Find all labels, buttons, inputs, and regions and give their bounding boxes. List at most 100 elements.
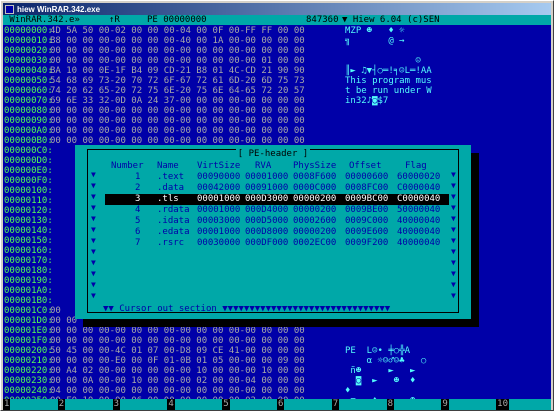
hex-address: 00000230: — [4, 376, 53, 386]
fkey-number: 4 — [167, 399, 175, 410]
hex-address: 000000F0: — [4, 176, 53, 186]
hex-address: 00000140: — [4, 226, 53, 236]
hex-bytes[interactable]: BA 10 00 0E-1F B4 09 CD-21 B8 01 4C-CD 2… — [50, 66, 305, 76]
fkey-8[interactable]: 8 — [386, 399, 442, 410]
col-physsize: PhysSize — [293, 161, 337, 171]
hex-bytes[interactable]: 54 68 69 73-20 70 72 6F-67 72 61 6D-20 6… — [50, 76, 305, 86]
hex-bytes[interactable]: 69 6E 33 32-0D 0A 24 37-00 00 00 00-00 0… — [50, 96, 305, 106]
dialog-footer: ▼▼ Cursor out section ▼▼▼▼▼▼▼▼▼▼▼▼▼▼▼▼▼▼… — [103, 304, 391, 314]
hex-bytes[interactable]: 50 45 00 00-4C 01 07 00-D8 09 CE 41-00 0… — [50, 346, 305, 356]
section-rva: 000D5000 — [245, 216, 289, 226]
hex-bytes[interactable]: 00 00 00 00-00 00 00 00-00 00 00 00-00 0… — [50, 116, 305, 126]
fkey-9[interactable]: 9 — [441, 399, 497, 410]
col-rva: RVA — [255, 161, 272, 171]
hex-address: 00000200: — [4, 346, 53, 356]
hex-ascii[interactable]: ║► ♫▼┤○═!╕☺L═!АА — [345, 66, 432, 76]
section-row[interactable]: 6 .edata 00001000 000D8000 00000200 0009E600 4… — [105, 227, 449, 238]
hex-address: 00000110: — [4, 196, 53, 206]
fkey-label — [120, 399, 168, 410]
hex-address: 000001E0: — [4, 326, 53, 336]
hex-bytes[interactable]: 00 00 00 00-00 00 00 00-00 00 00 00-00 0… — [50, 46, 305, 56]
fkey-label — [284, 399, 332, 410]
section-offset: 0009F200 — [345, 238, 389, 248]
hex-address: 00000210: — [4, 356, 53, 366]
section-row[interactable]: 3 .tls 00001000 000D3000 00000200 0009BC00 C00… — [105, 194, 449, 205]
section-row[interactable]: 2 .data 00042000 00091000 0000C000 0008FC00 C0… — [105, 183, 449, 194]
section-name: .rdata — [157, 205, 190, 215]
section-flag: C0000040 — [397, 183, 441, 193]
section-physsize: 0000C000 — [293, 183, 337, 193]
hex-ascii[interactable]: ñ☻ ► ► — [345, 366, 426, 376]
section-name: .edata — [157, 227, 190, 237]
fkey-5[interactable]: 5 — [222, 399, 277, 410]
hex-ascii[interactable]: MZP ☻ ♦ ☼ — [345, 26, 426, 36]
section-virtsize: 00003000 — [197, 216, 241, 226]
hex-ascii[interactable]: ◙ ► ☻ ♦ — [345, 376, 432, 386]
fkey-4[interactable]: 4 — [167, 399, 223, 410]
hex-ascii[interactable]: PE L☺• ╪○╬A — [345, 346, 432, 356]
hex-address: 00000180: — [4, 266, 53, 276]
fkey-2[interactable]: 2 — [57, 399, 113, 410]
pe-header-dialog[interactable]: [ PE-header ] ▼ ▼ ▼ ▼ ▼ ▼ ▼ ▼ ▼ ▼ ▼ ▼ ▼ … — [75, 145, 471, 319]
section-offset: 0008FC00 — [345, 183, 389, 193]
section-row[interactable]: 7 .rsrc 00030000 000DF000 0002EC00 0009F200 40… — [105, 238, 449, 249]
hex-address: 00000080: — [4, 106, 53, 116]
section-num: 2 — [135, 183, 141, 193]
section-row[interactable]: 1 .text 00090000 00001000 0008F600 00000600 60… — [105, 172, 449, 183]
hex-ascii[interactable]: in32♪◙$7 — [345, 96, 432, 106]
section-offset: 0009E600 — [345, 227, 389, 237]
hex-bytes[interactable]: B8 00 00 00-00 00 00 00-40 00 1A 00-00 0… — [50, 36, 305, 46]
fkey-number: 5 — [222, 399, 230, 410]
hex-bytes[interactable]: 00 00 0A 00-00 10 00 00-00 02 00 00-04 0… — [50, 376, 305, 386]
console-screen[interactable]: WinRAR.342.e» ↑R PE 00000000 847360 ▼ Hi… — [3, 15, 551, 410]
section-name: .rsrc — [157, 238, 185, 248]
hex-bytes[interactable]: 00 A4 02 00-00 00 00 00-00 10 00 00-00 1… — [50, 366, 305, 376]
section-offset: 00000600 — [345, 172, 389, 182]
fkey-3[interactable]: 3 — [112, 399, 168, 410]
fkey-6[interactable]: 6 — [276, 399, 332, 410]
section-rows[interactable]: 1 .text 00090000 00001000 0008F600 00000600 60… — [105, 172, 449, 249]
hex-bytes[interactable]: 00 00 00 00-00 00 00 00-00 00 00 00-00 0… — [50, 106, 305, 116]
hex-address: 00000020: — [4, 46, 53, 56]
hex-ascii[interactable]: This program mus — [345, 76, 432, 86]
hex-bytes[interactable]: 00 00 00 00-00 00 00 00-00 00 00 00-00 0… — [50, 326, 305, 336]
hex-address: 00000070: — [4, 96, 53, 106]
fkey-10[interactable]: 10 — [496, 399, 551, 410]
status-counter: 847360 — [306, 15, 339, 25]
hex-bytes[interactable]: 00 00 00 00-E0 00 0F 01-0B 01 05 00-00 0… — [50, 356, 305, 366]
section-table[interactable]: Number Name VirtSize RVA PhysSize Offset… — [105, 161, 449, 249]
section-physsize: 0008F600 — [293, 172, 337, 182]
hex-bytes[interactable]: 00 — [50, 306, 61, 316]
hex-address: 00000100: — [4, 186, 53, 196]
hex-ascii[interactable]: α ☼☺♂☺♣ ○ — [345, 356, 432, 366]
title-bar[interactable]: hiew WinRAR.342.exe — [3, 3, 551, 15]
section-physsize: 0002EC00 — [293, 238, 337, 248]
section-row[interactable]: 4 .rdata 00001000 000D4000 00000200 0009BE00 5… — [105, 205, 449, 216]
hex-bytes[interactable]: 00 00 00 00-00 00 00 00-00 00 00 00-00 0… — [50, 56, 305, 66]
section-row[interactable]: 5 .idata 00003000 000D5000 00002600 0009C000 4… — [105, 216, 449, 227]
col-number: Number — [111, 161, 144, 171]
hex-bytes[interactable]: 74 20 62 65-20 72 75 6E-20 75 6E 64-65 7… — [50, 86, 305, 96]
fkey-7[interactable]: 7 — [331, 399, 387, 410]
window-title: hiew WinRAR.342.exe — [17, 4, 101, 14]
hex-bytes[interactable]: 04 00 00 00-00 00 00 00-00 00 00 00-00 0… — [50, 386, 305, 396]
hex-ascii[interactable]: ♦ — [345, 386, 432, 396]
hex-address: 00000060: — [4, 86, 53, 96]
dialog-status-text: Cursor out section — [119, 304, 217, 314]
fkey-label — [509, 399, 551, 410]
hex-address: 000000B0: — [4, 136, 53, 146]
hex-address: 00000160: — [4, 246, 53, 256]
status-bar: WinRAR.342.e» ↑R PE 00000000 847360 ▼ Hi… — [3, 15, 551, 25]
fkey-1[interactable]: 1 — [3, 399, 58, 410]
hex-bytes[interactable]: 00 00 00 00-00 00 00 00-00 00 00 00-00 0… — [50, 336, 305, 346]
section-num: 4 — [135, 205, 141, 215]
dialog-title: [ PE-header ] — [235, 149, 311, 159]
hex-ascii[interactable]: ☺ — [345, 56, 432, 66]
hex-ascii[interactable]: t be run under W — [345, 86, 432, 96]
hex-ascii[interactable]: ╗ @ → — [345, 36, 432, 46]
section-virtsize: 00090000 — [197, 172, 241, 182]
hex-bytes[interactable]: 00 00 00 00-00 00 00 00-00 00 00 00-00 0… — [50, 126, 305, 136]
hex-bytes[interactable]: 4D 5A 50 00-02 00 00 00-04 00 0F 00-FF F… — [50, 26, 305, 36]
hex-address: 00000190: — [4, 276, 53, 286]
section-num: 6 — [135, 227, 141, 237]
